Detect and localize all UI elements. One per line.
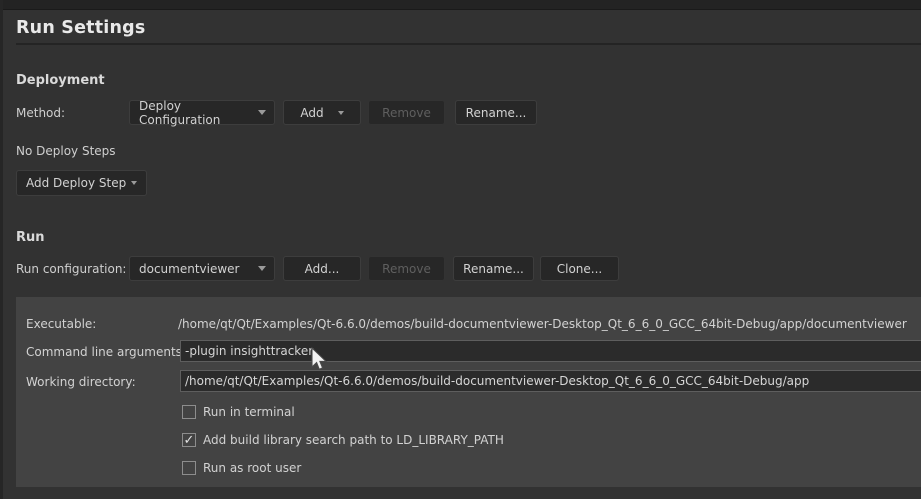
chevron-down-icon [258, 266, 266, 271]
deploy-rename-button[interactable]: Rename... [455, 100, 537, 125]
run-rename-label: Rename... [463, 262, 524, 276]
run-configuration-label: Run configuration: [16, 262, 126, 276]
checkbox-box[interactable] [182, 461, 196, 475]
run-configuration-row: Run configuration: [16, 256, 126, 281]
page-title: Run Settings [16, 18, 146, 38]
command-line-arguments-label: Command line arguments: [26, 344, 186, 360]
run-clone-button[interactable]: Clone... [540, 256, 619, 281]
run-add-label: Add... [305, 262, 340, 276]
deployment-heading: Deployment [16, 73, 105, 88]
command-line-arguments-input[interactable] [180, 340, 921, 362]
executable-value: /home/qt/Qt/Examples/Qt-6.6.0/demos/buil… [178, 316, 915, 332]
deploy-rename-label: Rename... [466, 106, 527, 120]
chevron-down-icon [131, 181, 137, 185]
deploy-add-label: Add [300, 106, 323, 120]
run-remove-label: Remove [382, 262, 431, 276]
add-deploy-step-label: Add Deploy Step [26, 176, 126, 190]
run-details-panel: Executable: /home/qt/Qt/Examples/Qt-6.6.… [16, 297, 921, 487]
run-configuration-combobox[interactable]: documentviewer [129, 256, 275, 281]
run-rename-button[interactable]: Rename... [453, 256, 534, 281]
run-configuration-value: documentviewer [139, 262, 240, 276]
checkbox-label: Run as root user [203, 461, 301, 475]
run-clone-label: Clone... [557, 262, 603, 276]
checkbox-box[interactable] [182, 405, 196, 419]
deployment-method-row: Method: [16, 100, 65, 125]
checkbox-add-build-library-search-path[interactable]: ✓ Add build library search path to LD_LI… [182, 432, 504, 448]
deploy-remove-label: Remove [382, 106, 431, 120]
checkbox-label: Add build library search path to LD_LIBR… [203, 433, 504, 447]
checkbox-run-as-root-user[interactable]: Run as root user [182, 460, 301, 476]
deploy-add-button[interactable]: Add [283, 100, 361, 125]
deploy-remove-button: Remove [368, 100, 445, 125]
chevron-down-icon [258, 110, 266, 115]
checkbox-label: Run in terminal [203, 405, 295, 419]
checkbox-box[interactable]: ✓ [182, 433, 196, 447]
run-remove-button: Remove [368, 256, 445, 281]
working-directory-label: Working directory: [26, 374, 136, 390]
run-heading: Run [16, 230, 45, 245]
deploy-method-combobox[interactable]: Deploy Configuration [129, 100, 275, 125]
executable-label: Executable: [26, 316, 96, 332]
title-divider [16, 43, 921, 45]
method-label: Method: [16, 106, 65, 120]
run-add-button[interactable]: Add... [283, 256, 361, 281]
no-deploy-steps-text: No Deploy Steps [16, 144, 116, 158]
checkbox-run-in-terminal[interactable]: Run in terminal [182, 404, 295, 420]
add-deploy-step-button[interactable]: Add Deploy Step [16, 170, 147, 196]
chevron-down-icon [338, 111, 344, 115]
run-settings-page: { "page": { "title": "Run Settings" }, "… [0, 0, 921, 499]
window-top-strip [0, 0, 921, 10]
working-directory-input[interactable] [180, 370, 921, 392]
deploy-method-value: Deploy Configuration [139, 99, 258, 127]
left-splitter-line [0, 0, 3, 499]
